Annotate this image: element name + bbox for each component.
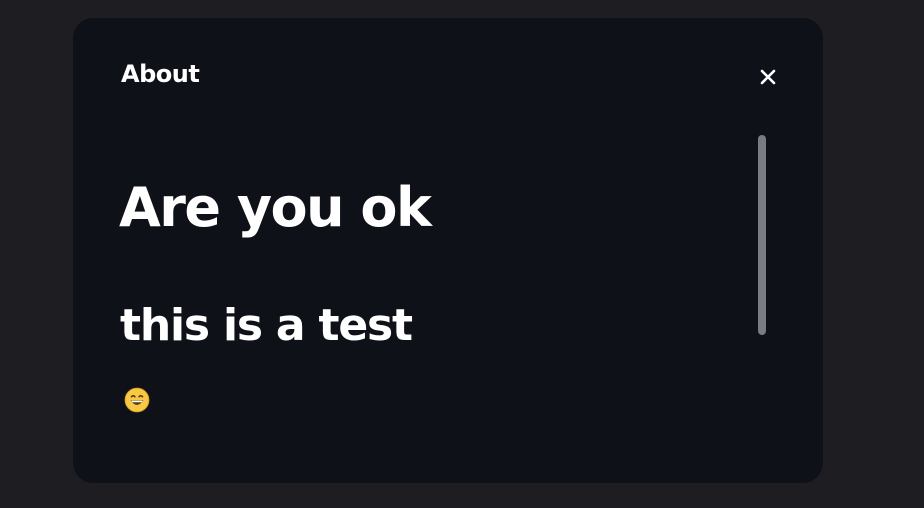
about-dialog: About Are you ok this is a test — [73, 18, 823, 483]
close-button[interactable] — [753, 62, 783, 92]
dialog-heading: Are you ok — [119, 176, 432, 239]
grinning-face-icon — [124, 387, 150, 413]
close-icon — [759, 68, 777, 86]
scrollbar[interactable] — [758, 135, 766, 335]
dialog-subheading: this is a test — [120, 300, 413, 351]
dialog-title: About — [121, 60, 200, 88]
